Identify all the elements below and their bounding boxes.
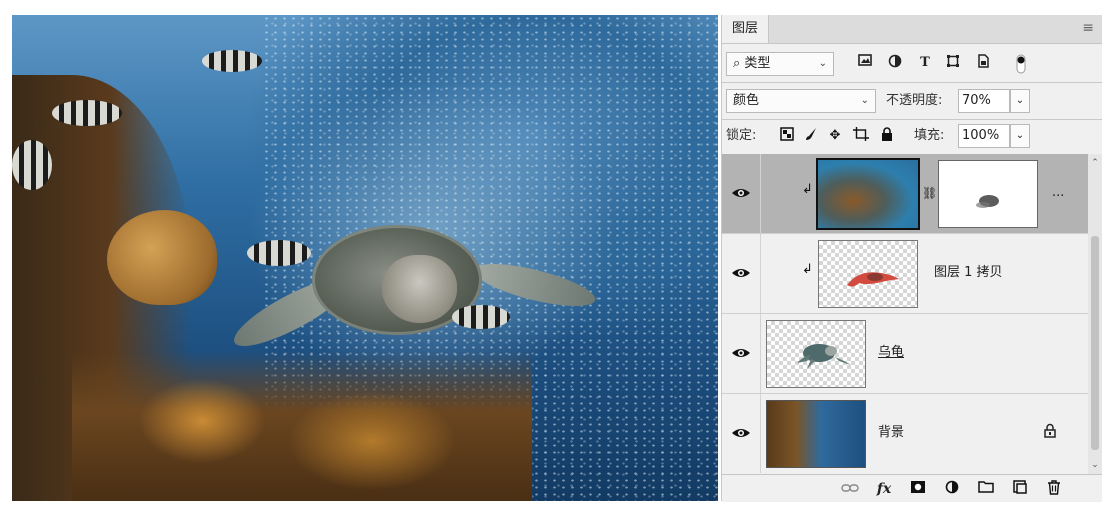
fx-icon[interactable]: fx [874, 480, 894, 498]
brain-coral [107, 210, 217, 305]
visibility-eye-icon[interactable] [728, 340, 754, 366]
add-mask-icon[interactable] [908, 480, 928, 498]
scroll-thumb[interactable] [1091, 236, 1099, 450]
striped-fish [452, 305, 510, 329]
fill-slider-button[interactable]: ⌄ [1010, 124, 1030, 148]
lock-label: 锁定: [726, 128, 757, 143]
image-filter-icon[interactable] [856, 54, 874, 72]
lock-row: 锁定: ✥ 填充: 100% ⌄ [722, 123, 1102, 149]
visibility-eye-icon[interactable] [728, 420, 754, 446]
layer-row-layer1-copy[interactable]: ↲ 图层 1 拷贝 [722, 234, 1088, 314]
divider [722, 82, 1102, 83]
column-divider [760, 314, 761, 393]
opacity-slider-button[interactable]: ⌄ [1010, 89, 1030, 113]
layers-list: ↲ ⛓ ... ↲ 图层 1 拷贝 乌龟 背景 [722, 154, 1088, 474]
panel-header: 图层 ≡ [722, 15, 1102, 44]
layers-footer: fx [722, 474, 1102, 502]
group-folder-icon[interactable] [976, 480, 996, 498]
divider [722, 119, 1102, 120]
striped-fish [202, 50, 262, 72]
opacity-field[interactable]: 70% [958, 89, 1010, 113]
column-divider [760, 154, 761, 233]
chain-link-icon[interactable]: ⛓ [922, 184, 937, 202]
shape-filter-icon[interactable] [944, 54, 962, 72]
layer-row-adjustment[interactable]: ↲ ⛓ ... [722, 154, 1088, 234]
lock-all-icon[interactable] [878, 127, 896, 145]
layer-mask-thumbnail[interactable] [938, 160, 1038, 228]
panel-menu-icon[interactable]: ≡ [1082, 20, 1094, 36]
blend-row: 颜色 ⌄ 不透明度: 70% ⌄ [722, 88, 1102, 114]
column-divider [760, 234, 761, 313]
striped-fish [12, 140, 52, 190]
tab-layers[interactable]: 图层 [722, 15, 770, 43]
coral-reef-bottom [72, 351, 532, 501]
layer-row-background[interactable]: 背景 [722, 394, 1088, 474]
lock-position-icon[interactable]: ✥ [826, 127, 844, 145]
column-divider [760, 394, 761, 473]
filter-kind-dropdown[interactable]: ⌕ 类型 ⌄ [726, 52, 834, 76]
chevron-down-icon: ⌄ [860, 95, 869, 106]
striped-fish [52, 100, 122, 126]
fill-label: 填充: [914, 128, 945, 143]
type-filter-icon[interactable]: T [916, 54, 934, 72]
chevron-down-icon: ⌄ [818, 58, 827, 69]
lock-image-pixels-icon[interactable] [802, 127, 820, 145]
fill-field[interactable]: 100% [958, 124, 1010, 148]
layer-name[interactable]: 乌龟 [878, 344, 904, 362]
filter-kind-label: 类型 [744, 56, 771, 71]
new-layer-icon[interactable] [1010, 480, 1030, 498]
clipping-mask-arrow-icon: ↲ [802, 262, 813, 277]
lock-icon[interactable] [1044, 423, 1058, 439]
lock-artboard-icon[interactable] [852, 127, 870, 145]
striped-fish [247, 240, 311, 266]
adjustment-layer-icon[interactable] [942, 480, 962, 498]
adjustment-layer-thumbnail[interactable] [816, 158, 920, 230]
layers-scrollbar[interactable]: ⌃ ⌄ [1088, 154, 1102, 474]
link-layers-icon[interactable] [840, 480, 860, 498]
document-canvas[interactable] [12, 15, 718, 501]
layer-thumbnail[interactable] [766, 320, 866, 388]
layer-row-turtle[interactable]: 乌龟 [722, 314, 1088, 394]
layer-name[interactable]: 图层 1 拷贝 [934, 264, 1003, 282]
background-thumbnail[interactable] [766, 400, 866, 468]
layer-name[interactable]: 背景 [878, 424, 904, 442]
filter-toggle-icon[interactable] [1012, 54, 1030, 74]
filter-row: ⌕ 类型 ⌄ T [722, 51, 1102, 77]
adjustment-filter-icon[interactable] [886, 54, 904, 72]
turtle-head [382, 255, 457, 323]
clipping-mask-arrow-icon: ↲ [802, 182, 813, 197]
lock-transparency-icon[interactable] [778, 127, 796, 145]
layer-thumbnail[interactable] [818, 240, 918, 308]
delete-icon[interactable] [1044, 480, 1064, 498]
layer-more-icon[interactable]: ... [1052, 184, 1064, 202]
layers-panel: 图层 ≡ ⌕ 类型 ⌄ T 颜色 ⌄ 不透明度: 70% ⌄ 锁定: ✥ 填充:… [721, 15, 1102, 502]
opacity-label: 不透明度: [886, 93, 943, 108]
blend-mode-dropdown[interactable]: 颜色 ⌄ [726, 89, 876, 113]
smart-object-filter-icon[interactable] [974, 54, 992, 72]
scroll-up-icon[interactable]: ⌃ [1088, 158, 1102, 168]
scroll-down-icon[interactable]: ⌄ [1088, 460, 1102, 470]
visibility-eye-icon[interactable] [728, 260, 754, 286]
search-icon: ⌕ [733, 56, 741, 71]
visibility-eye-icon[interactable] [728, 180, 754, 206]
blend-mode-value: 颜色 [733, 93, 760, 108]
